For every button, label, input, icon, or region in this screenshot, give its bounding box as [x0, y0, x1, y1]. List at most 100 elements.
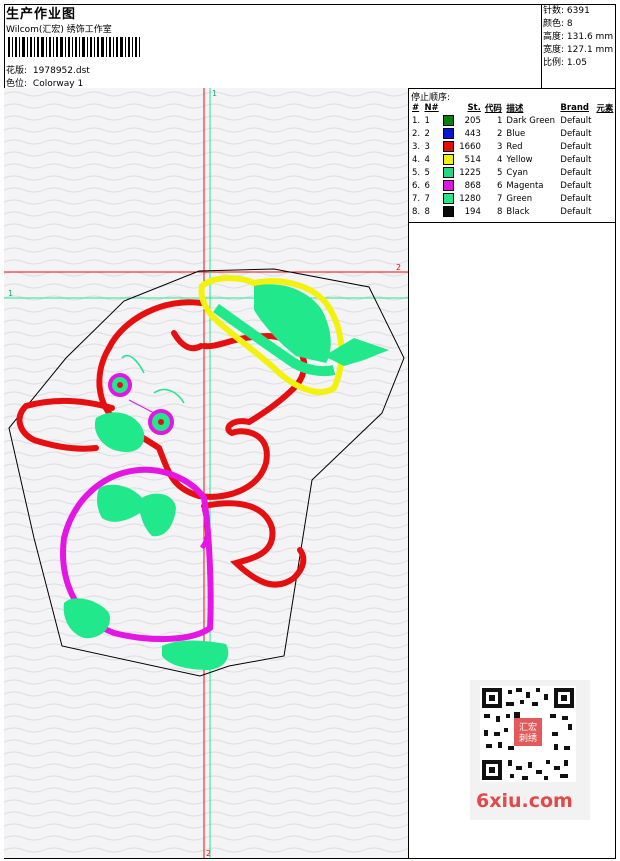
- row-number: 4: [424, 154, 430, 165]
- col-element: 元素: [596, 103, 614, 114]
- row-index: 8.: [412, 206, 421, 217]
- row-stitches: 1660: [459, 141, 481, 152]
- sequence-row: 7. 7 1280 7 Green Default: [410, 192, 616, 205]
- barcode: [8, 37, 140, 57]
- row-stitches: 1225: [459, 167, 481, 178]
- design-file-row: 花版: 1978952.dst: [6, 63, 90, 76]
- sequence-header-row: # N# St. 代码 描述 Brand 元素: [410, 101, 616, 114]
- color-swatch: [443, 193, 455, 204]
- col-description: 描述: [506, 103, 524, 114]
- row-description: Red: [506, 141, 523, 152]
- page-title: 生产作业图: [6, 7, 77, 22]
- row-element: [594, 179, 616, 192]
- seal-text-top: 汇宏: [519, 721, 537, 733]
- col-brand: Brand: [560, 102, 589, 113]
- row-description: Cyan: [506, 167, 528, 178]
- row-code: 2: [497, 128, 503, 139]
- sequence-row: 1. 1 205 1 Dark Green Default: [410, 114, 616, 127]
- sequence-row: 3. 3 1660 3 Red Default: [410, 140, 616, 153]
- row-index: 1.: [412, 115, 421, 126]
- row-index: 7.: [412, 193, 421, 204]
- row-swatch: [441, 127, 456, 140]
- row-description: Yellow: [506, 154, 533, 165]
- row-code: 8: [497, 206, 503, 217]
- row-stitches: 443: [464, 128, 481, 139]
- row-stitches: 194: [464, 206, 481, 217]
- row-index: 2.: [412, 128, 421, 139]
- marker-right: 2: [396, 263, 401, 272]
- row-description: Black: [506, 206, 530, 217]
- qr-code-image: 汇宏 刺绣: [480, 686, 576, 782]
- row-element: [594, 127, 616, 140]
- row-element: [594, 140, 616, 153]
- seal-text-bottom: 刺绣: [519, 732, 537, 744]
- row-number: 5: [424, 167, 430, 178]
- row-stitches: 868: [464, 180, 481, 191]
- row-number: 7: [424, 193, 430, 204]
- stat-height: 高度: 131.6 mm: [543, 32, 614, 42]
- row-code: 1: [497, 115, 503, 126]
- sequence-row: 6. 6 868 6 Magenta Default: [410, 179, 616, 192]
- row-swatch: [441, 153, 456, 166]
- row-code: 6: [497, 180, 503, 191]
- row-swatch: [441, 140, 456, 153]
- row-stitches: 205: [464, 115, 481, 126]
- worksheet-page: 生产作业图 Wilcom(汇宏) 绣饰工作室 花版: 1978952.dst 色…: [0, 0, 620, 861]
- col-code: 代码: [484, 103, 502, 114]
- row-brand: Default: [560, 141, 592, 152]
- watermark-logo: 6xiu.com: [476, 790, 573, 812]
- row-brand: Default: [560, 154, 592, 165]
- row-brand: Default: [560, 115, 592, 126]
- color-swatch: [443, 206, 455, 217]
- color-swatch: [443, 167, 455, 178]
- color-swatch: [443, 180, 455, 191]
- row-description: Green: [506, 193, 533, 204]
- row-swatch: [441, 192, 456, 205]
- row-description: Dark Green: [506, 115, 556, 126]
- row-swatch: [441, 205, 456, 218]
- row-element: [594, 153, 616, 166]
- row-number: 8: [424, 206, 430, 217]
- sequence-row: 2. 2 443 2 Blue Default: [410, 127, 616, 140]
- color-swatch: [443, 115, 455, 126]
- col-swatch: [441, 101, 456, 114]
- row-brand: Default: [560, 206, 592, 217]
- design-value: 1978952.dst: [32, 66, 90, 76]
- row-brand: Default: [560, 128, 592, 139]
- row-code: 3: [497, 141, 503, 152]
- marker-bottom: 2: [206, 849, 211, 858]
- color-swatch: [443, 154, 455, 165]
- company-name: Wilcom(汇宏) 绣饰工作室: [6, 25, 112, 35]
- row-number: 6: [424, 180, 430, 191]
- row-element: [594, 166, 616, 179]
- row-code: 5: [497, 167, 503, 178]
- row-element: [594, 114, 616, 127]
- col-number: N#: [424, 102, 439, 113]
- row-brand: Default: [560, 180, 592, 191]
- row-code: 4: [497, 154, 503, 165]
- color-swatch: [443, 141, 455, 152]
- row-number: 3: [424, 141, 430, 152]
- row-element: [594, 192, 616, 205]
- design-label: 花版:: [6, 66, 28, 76]
- table-bottom-line: [409, 222, 616, 223]
- row-index: 3.: [412, 141, 421, 152]
- row-element: [594, 205, 616, 218]
- row-description: Magenta: [506, 180, 544, 191]
- row-brand: Default: [560, 167, 592, 178]
- marker-top: 1: [212, 89, 217, 98]
- row-stitches: 1280: [459, 193, 481, 204]
- stat-scale: 比例: 1.05: [543, 58, 587, 68]
- row-swatch: [441, 179, 456, 192]
- stat-stitches: 针数: 6391: [543, 6, 590, 16]
- design-canvas: 1 1 2 2: [4, 88, 408, 858]
- canvas-background: [4, 88, 408, 858]
- stat-width: 宽度: 127.1 mm: [543, 45, 614, 55]
- row-index: 4.: [412, 154, 421, 165]
- stats-panel: 针数: 6391 颜色: 8 高度: 131.6 mm 宽度: 127.1 mm…: [543, 5, 613, 70]
- row-index: 6.: [412, 180, 421, 191]
- embroidery-drawing: 1 1 2 2: [4, 88, 408, 858]
- panel-divider: [408, 88, 409, 859]
- row-code: 7: [497, 193, 503, 204]
- color-sequence-table: # N# St. 代码 描述 Brand 元素 1. 1 205 1 Dark Gree…: [410, 101, 616, 218]
